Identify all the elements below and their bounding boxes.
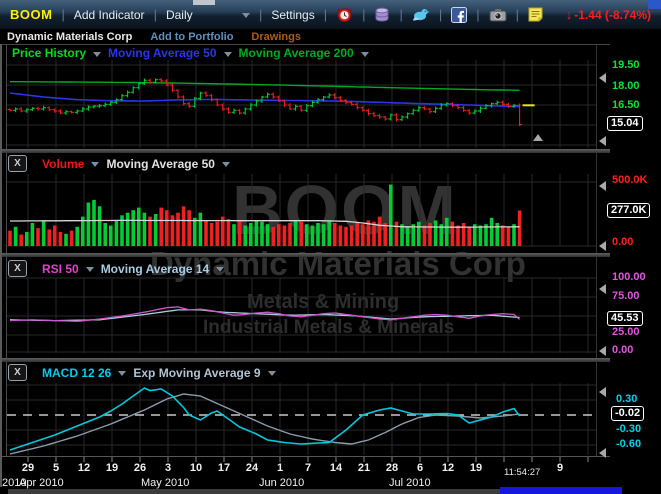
price-panel-header: Price History Moving Average 50 Moving A… — [12, 46, 369, 60]
panel-divider[interactable] — [2, 253, 610, 257]
volume-last-value-box: 277.0K — [607, 203, 650, 218]
price-last-value-box: 15.04 — [607, 116, 643, 131]
x-axis-month-label: Jul 2010 — [389, 477, 431, 489]
macd-axis-label: 0.30 — [616, 393, 637, 405]
volume-bars — [8, 185, 521, 246]
volume-axis-label: 0.00 — [612, 236, 633, 248]
volume-axis-label: 500.0K — [612, 174, 647, 186]
rsi-last-value-box: 45.53 — [607, 311, 643, 326]
x-axis-month-label: May 2010 — [141, 477, 189, 489]
chevron-down-icon[interactable] — [216, 267, 224, 272]
x-axis-month-label: Apr 2010 — [19, 477, 64, 489]
stock-chart-application: BOOM | Add Indicator | Daily | Settings … — [0, 0, 661, 494]
x-axis-tick-label: 6 — [417, 462, 423, 474]
ma200-dropdown[interactable]: Moving Average 200 — [239, 46, 354, 60]
scale-arrow-left-icon[interactable] — [599, 387, 606, 397]
x-axis-tick-label: 19 — [470, 462, 482, 474]
x-axis-tick-label: 21 — [358, 462, 370, 474]
price-history-dropdown[interactable]: Price History — [12, 46, 86, 60]
scale-arrow-left-icon[interactable] — [599, 284, 606, 294]
rsi-lines — [10, 307, 520, 321]
panel-divider[interactable] — [2, 149, 610, 153]
background-window-fragment — [648, 0, 661, 9]
background-window-fragment — [193, 0, 215, 5]
window-left-border — [0, 44, 2, 487]
rsi-axis-label: 75.00 — [612, 290, 640, 302]
gridlines — [7, 60, 596, 455]
x-axis-tick-label: 12 — [442, 462, 454, 474]
rsi-panel-header: X RSI 50 Moving Average 14 — [8, 260, 224, 277]
scale-arrow-left-icon[interactable] — [599, 346, 606, 356]
volume-dropdown[interactable]: Volume — [42, 157, 84, 171]
chevron-down-icon[interactable] — [361, 52, 369, 57]
chevron-down-icon[interactable] — [93, 52, 101, 57]
x-axis-tick-label: 29 — [22, 462, 34, 474]
x-axis-tick-label: 3 — [165, 462, 171, 474]
chart-canvas[interactable] — [0, 0, 661, 494]
scroll-up-icon[interactable] — [533, 134, 543, 141]
x-axis-tick-label: 12 — [78, 462, 90, 474]
macd-axis-label: -0.60 — [616, 438, 641, 450]
rsi-axis-label: 100.00 — [612, 271, 646, 283]
x-axis-tick-label: 26 — [134, 462, 146, 474]
scale-arrow-left-icon[interactable] — [599, 181, 606, 191]
macd-panel-header: X MACD 12 26 Exp Moving Average 9 — [8, 364, 276, 381]
chevron-down-icon[interactable] — [86, 267, 94, 272]
x-axis-tick-label: 17 — [218, 462, 230, 474]
x-axis-tick-label: 7 — [305, 462, 311, 474]
macd-last-value-box: -0.02 — [611, 406, 644, 421]
macd-dropdown[interactable]: MACD 12 26 — [42, 366, 111, 380]
bottom-scrollbar-thumb[interactable] — [500, 487, 622, 494]
x-axis-tick-label: 14 — [330, 462, 342, 474]
price-axis-label: 18.00 — [612, 80, 640, 92]
x-axis-tick-label: 5 — [53, 462, 59, 474]
panel-divider[interactable] — [2, 358, 610, 362]
rsi-axis-label: 0.00 — [612, 344, 633, 356]
ma50-dropdown[interactable]: Moving Average 50 — [108, 46, 216, 60]
scale-arrow-left-icon[interactable] — [599, 136, 606, 146]
x-axis-tick-label: 19 — [106, 462, 118, 474]
chevron-down-icon[interactable] — [91, 162, 99, 167]
last-update-time: 11:54:27 — [504, 467, 540, 478]
bottom-scrollbar-track[interactable] — [8, 489, 500, 494]
x-axis-month-label: Jun 2010 — [259, 477, 304, 489]
scale-arrow-left-icon[interactable] — [599, 241, 606, 251]
scale-arrow-left-icon[interactable] — [599, 448, 606, 458]
x-axis-tick-label: 1 — [277, 462, 283, 474]
chevron-down-icon[interactable] — [118, 371, 126, 376]
chevron-down-icon[interactable] — [268, 371, 276, 376]
volume-ma-dropdown[interactable]: Moving Average 50 — [106, 157, 214, 171]
price-axis-label: 19.50 — [612, 59, 640, 71]
rsi-ma-dropdown[interactable]: Moving Average 14 — [101, 262, 209, 276]
rsi-axis-label: 25.00 — [612, 326, 640, 338]
macd-lines — [10, 388, 520, 454]
close-rsi-panel-button[interactable]: X — [8, 260, 27, 277]
close-macd-panel-button[interactable]: X — [8, 364, 27, 381]
x-axis-tick-label: 10 — [190, 462, 202, 474]
x-axis-tick-label: 9 — [557, 462, 563, 474]
chevron-down-icon[interactable] — [222, 162, 230, 167]
scale-arrow-left-icon[interactable] — [599, 73, 606, 83]
macd-axis-label: -0.30 — [616, 423, 641, 435]
chevron-down-icon[interactable] — [224, 52, 232, 57]
x-axis-tick-label: 24 — [246, 462, 258, 474]
price-axis-label: 16.50 — [612, 99, 640, 111]
x-axis-tick-label: 28 — [386, 462, 398, 474]
rsi-dropdown[interactable]: RSI 50 — [42, 262, 79, 276]
volume-panel-header: X Volume Moving Average 50 — [8, 155, 230, 172]
close-volume-panel-button[interactable]: X — [8, 155, 27, 172]
macd-ma-dropdown[interactable]: Exp Moving Average 9 — [133, 366, 260, 380]
volume-ma-line — [10, 220, 520, 227]
